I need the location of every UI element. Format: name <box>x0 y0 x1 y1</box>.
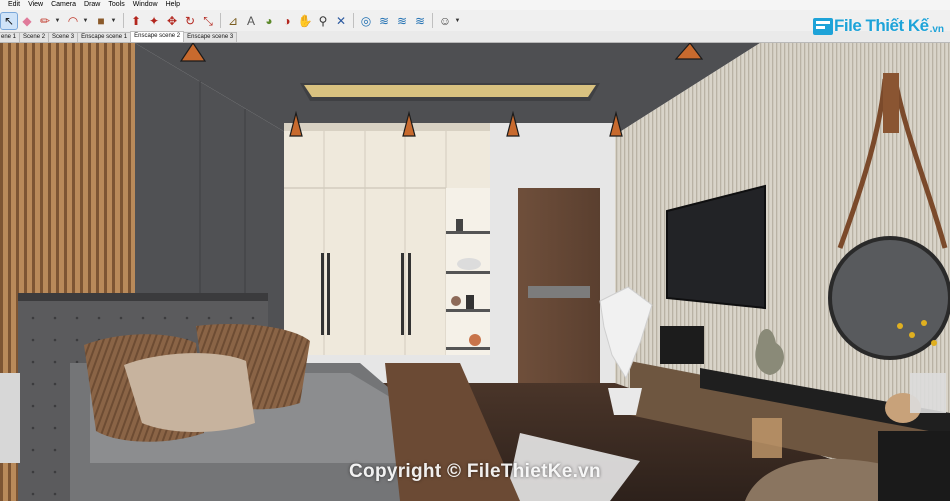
round-mirror <box>828 236 950 360</box>
scale-icon[interactable]: ⤡ <box>200 13 216 29</box>
toolbar-separator <box>353 13 354 28</box>
rotate-icon[interactable]: ↻ <box>182 13 198 29</box>
toolbar-separator <box>432 13 433 28</box>
toolbar-separator <box>123 13 124 28</box>
orbit-icon[interactable]: ◑ <box>279 13 295 29</box>
menu-tools[interactable]: Tools <box>104 0 128 10</box>
text-icon[interactable]: A <box>243 13 259 29</box>
enscape-views-icon[interactable]: ≋ <box>394 13 410 29</box>
menu-bar: Edit View Camera Draw Tools Window Help <box>0 0 950 10</box>
copyright-watermark: Copyright © FileThietKe.vn <box>349 461 601 482</box>
tab-scene-6[interactable]: Enscape scene 3 <box>183 32 238 42</box>
tab-scene-4[interactable]: Enscape scene 1 <box>77 32 132 42</box>
rectangle-shape-icon[interactable]: ■ <box>93 13 109 29</box>
menu-draw[interactable]: Draw <box>80 0 104 10</box>
logo-mark-icon <box>812 15 834 37</box>
menu-window[interactable]: Window <box>129 0 162 10</box>
toolbar: ↖ ◆ ✏ ▼ ◠ ▼ ■ ▼ ⬆ ✦ ✥ ↻ ⤡ ⊿ A ◕ ◑ ✋ ⚲ ✕ ◎ ≋ ≋ ≋ ☺ ▼ <box>0 10 950 31</box>
tab-scene-2[interactable]: Scene 2 <box>19 32 50 42</box>
scene-tabs: ene 1 Scene 2 Scene 3 Enscape scene 1 Enscap… <box>0 31 950 43</box>
pencil-line-icon[interactable]: ✏ <box>37 13 53 29</box>
pan-hand-icon[interactable]: ✋ <box>297 13 313 29</box>
tab-scene-5[interactable]: Enscape scene 2 <box>130 31 185 42</box>
bedroom-render <box>0 43 950 501</box>
enscape-start-icon[interactable]: ◎ <box>358 13 374 29</box>
menu-camera[interactable]: Camera <box>47 0 80 10</box>
logo-suffix: .vn <box>929 23 945 35</box>
door <box>518 188 600 383</box>
tape-measure-icon[interactable]: ⊿ <box>225 13 241 29</box>
dropdown-arrow-icon[interactable]: ▼ <box>454 18 461 24</box>
arc-icon[interactable]: ◠ <box>65 13 81 29</box>
brand-logo: File Thiết Kế .vn <box>812 12 944 40</box>
menu-help[interactable]: Help <box>162 0 184 10</box>
cove-light <box>304 85 596 97</box>
follow-me-icon[interactable]: ✦ <box>146 13 162 29</box>
logo-text: File Thiết Kế <box>834 16 929 35</box>
zoom-icon[interactable]: ⚲ <box>315 13 331 29</box>
user-account-icon[interactable]: ☺ <box>437 13 453 29</box>
move-icon[interactable]: ✥ <box>164 13 180 29</box>
eraser-icon[interactable]: ◆ <box>19 13 35 29</box>
menu-edit[interactable]: Edit <box>0 0 24 10</box>
tab-scene-3[interactable]: Scene 3 <box>48 32 79 42</box>
select-arrow-icon[interactable]: ↖ <box>0 11 18 30</box>
zoom-extents-icon[interactable]: ✕ <box>333 13 349 29</box>
push-pull-icon[interactable]: ⬆ <box>128 13 144 29</box>
dropdown-arrow-icon[interactable]: ▼ <box>54 18 61 24</box>
model-viewport[interactable] <box>0 43 950 501</box>
tab-scene-1[interactable]: ene 1 <box>0 32 21 42</box>
dropdown-arrow-icon[interactable]: ▼ <box>82 18 89 24</box>
enscape-sync-icon[interactable]: ≋ <box>376 13 392 29</box>
enscape-settings-icon[interactable]: ≋ <box>412 13 428 29</box>
menu-view[interactable]: View <box>24 0 47 10</box>
paint-bucket-icon[interactable]: ◕ <box>261 13 277 29</box>
toolbar-separator <box>220 13 221 28</box>
dropdown-arrow-icon[interactable]: ▼ <box>110 18 117 24</box>
